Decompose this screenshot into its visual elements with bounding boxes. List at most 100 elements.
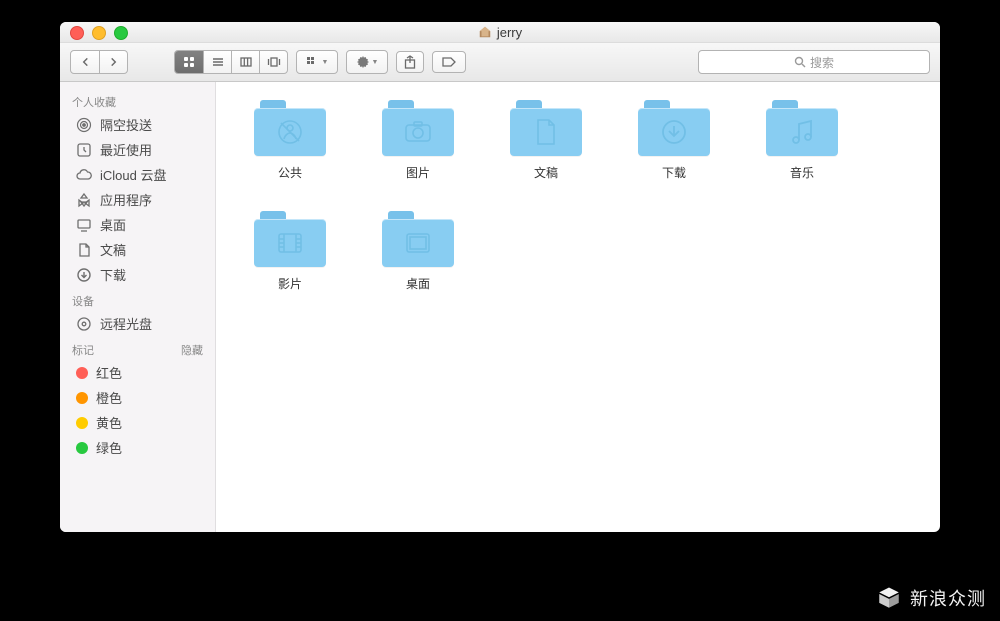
search-icon [794, 56, 806, 68]
folder-item[interactable]: 下载 [610, 100, 738, 181]
close-button[interactable] [70, 26, 84, 40]
sidebar-section-header: 个人收藏 [60, 88, 215, 112]
sidebar-item-label: 橙色 [96, 388, 122, 407]
folder-item[interactable]: 文稿 [482, 100, 610, 181]
forward-button[interactable] [99, 51, 127, 73]
pictures-glyph [403, 120, 433, 144]
clock-icon [76, 142, 92, 158]
back-button[interactable] [71, 51, 99, 73]
public-glyph [275, 117, 305, 147]
desktop-icon [76, 217, 92, 233]
section-title: 标记 [72, 342, 94, 358]
home-icon [478, 25, 492, 39]
folder-label: 影片 [278, 275, 302, 292]
folder-label: 下载 [662, 164, 686, 181]
minimize-button[interactable] [92, 26, 106, 40]
movies-glyph [276, 231, 304, 255]
maximize-button[interactable] [114, 26, 128, 40]
window-title: jerry [478, 25, 522, 40]
icon-view-button[interactable] [175, 51, 203, 73]
gear-icon [356, 55, 370, 69]
tag-dot-icon [76, 367, 88, 379]
folder-icon [510, 100, 582, 156]
folder-item[interactable]: 公共 [226, 100, 354, 181]
sidebar-item[interactable]: 远程光盘 [60, 311, 215, 336]
action-menu[interactable]: ▼ [346, 50, 388, 74]
folder-icon [766, 100, 838, 156]
watermark: 新浪众测 [876, 585, 986, 611]
folder-item[interactable]: 影片 [226, 211, 354, 292]
window-body: 个人收藏隔空投送最近使用iCloud 云盘应用程序桌面文稿下载设备远程光盘标记隐… [60, 82, 940, 532]
tag-dot-icon [76, 392, 88, 404]
folder-icon [382, 211, 454, 267]
list-view-button[interactable] [203, 51, 231, 73]
chevron-down-icon: ▼ [372, 59, 379, 66]
folder-label: 文稿 [534, 164, 558, 181]
sidebar-section-header: 标记 隐藏 [60, 336, 215, 360]
toolbar: ▼ ▼ 搜索 [60, 43, 940, 82]
sidebar-item[interactable]: 最近使用 [60, 137, 215, 162]
tag-dot-icon [76, 417, 88, 429]
arrange-menu[interactable]: ▼ [296, 50, 338, 74]
sidebar-item[interactable]: 下载 [60, 262, 215, 287]
folder-icon [382, 100, 454, 156]
share-button[interactable] [396, 51, 424, 73]
sidebar-item-label: 下载 [100, 265, 126, 284]
sidebar-item[interactable]: 文稿 [60, 237, 215, 262]
window-controls [70, 26, 128, 40]
tags-button[interactable] [432, 51, 466, 73]
section-title: 个人收藏 [72, 94, 116, 110]
sidebar-item[interactable]: 隔空投送 [60, 112, 215, 137]
watermark-text: 新浪众测 [910, 585, 986, 611]
finder-window: jerry ▼ [60, 22, 940, 532]
music-glyph [789, 118, 815, 146]
gallery-view-button[interactable] [259, 51, 287, 73]
desktop-glyph [404, 231, 432, 255]
sidebar-item-label: 文稿 [100, 240, 126, 259]
share-icon [404, 55, 416, 69]
apps-icon [76, 192, 92, 208]
sidebar-item-label: 绿色 [96, 438, 122, 457]
sidebar-item-label: 最近使用 [100, 140, 152, 159]
folder-label: 图片 [406, 164, 430, 181]
airdrop-icon [76, 117, 92, 133]
folder-item[interactable]: 音乐 [738, 100, 866, 181]
sidebar-item[interactable]: 黄色 [60, 410, 215, 435]
sidebar-item-label: 红色 [96, 363, 122, 382]
window-title-text: jerry [497, 25, 522, 40]
folder-icon [254, 211, 326, 267]
documents-glyph [535, 118, 557, 146]
search-placeholder: 搜索 [810, 54, 834, 71]
folder-icon [254, 100, 326, 156]
section-title: 设备 [72, 293, 94, 309]
folder-label: 桌面 [406, 275, 430, 292]
sidebar-item[interactable]: 桌面 [60, 212, 215, 237]
sidebar-item[interactable]: 红色 [60, 360, 215, 385]
downloads-glyph [660, 118, 688, 146]
sidebar-item-label: 黄色 [96, 413, 122, 432]
sidebar: 个人收藏隔空投送最近使用 iCloud 云盘应用程序桌面文稿下载设备远程光盘标记 隐… [60, 82, 216, 532]
icloud-icon [76, 167, 92, 183]
sidebar-item-label: 隔空投送 [100, 115, 152, 134]
search-input[interactable]: 搜索 [698, 50, 930, 74]
hide-button[interactable]: 隐藏 [181, 342, 203, 358]
folder-icon [638, 100, 710, 156]
sidebar-item-label: iCloud 云盘 [100, 165, 166, 184]
sidebar-section-header: 设备 [60, 287, 215, 311]
folder-item[interactable]: 图片 [354, 100, 482, 181]
sidebar-item[interactable]: 绿色 [60, 435, 215, 460]
column-view-button[interactable] [231, 51, 259, 73]
folder-label: 音乐 [790, 164, 814, 181]
nav-back-forward [70, 50, 128, 74]
watermark-icon [876, 585, 902, 611]
content-area[interactable]: 公共图片 文稿 下载 音乐影片 桌面 [216, 82, 940, 532]
tag-icon [441, 56, 457, 68]
sidebar-item[interactable]: iCloud 云盘 [60, 162, 215, 187]
sidebar-item[interactable]: 橙色 [60, 385, 215, 410]
folder-item[interactable]: 桌面 [354, 211, 482, 292]
downloads-icon [76, 267, 92, 283]
titlebar: jerry [60, 22, 940, 43]
sidebar-item[interactable]: 应用程序 [60, 187, 215, 212]
documents-icon [76, 242, 92, 258]
disc-icon [76, 316, 92, 332]
